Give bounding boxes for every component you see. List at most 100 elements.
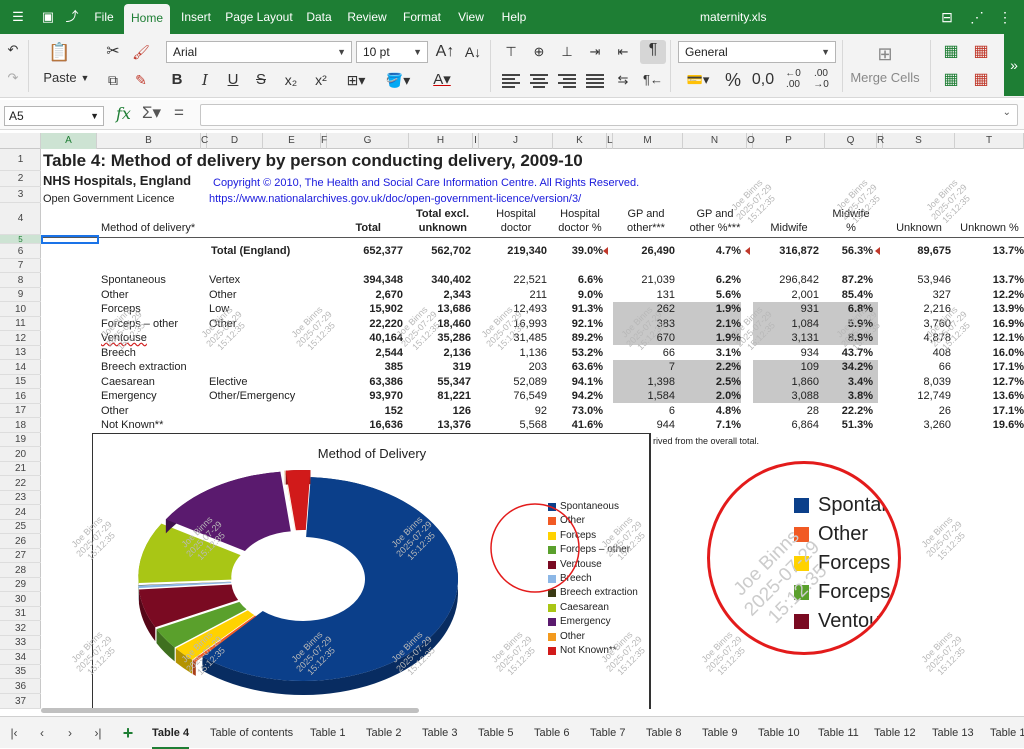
column-header[interactable]: B <box>97 133 201 149</box>
function-wizard-icon[interactable]: fx <box>116 104 131 123</box>
column-header[interactable]: D <box>207 133 263 149</box>
borders-icon[interactable]: ⊞▾ <box>338 70 374 90</box>
row-header[interactable]: 32 <box>0 621 41 636</box>
sheet-tab[interactable]: Table 5 <box>478 717 513 749</box>
open-icon[interactable]: ⤴ <box>64 9 80 25</box>
row-header[interactable]: 35 <box>0 665 41 679</box>
fill-color-icon[interactable]: 🪣▾ <box>380 70 416 90</box>
align-middle-icon[interactable]: ⊕ <box>528 42 550 62</box>
subscript-button[interactable]: x₂ <box>278 70 304 90</box>
formula-input[interactable]: ⌄ <box>200 104 1018 126</box>
sheet-tab[interactable]: Table 11 <box>818 717 859 749</box>
underline-button[interactable]: U <box>222 70 244 90</box>
menu-icon[interactable]: ☰ <box>10 9 26 25</box>
row-header[interactable]: 21 <box>0 462 41 476</box>
number-format-select[interactable]: General▼ <box>678 41 836 63</box>
sheet-tab[interactable]: Table 1 <box>990 717 1024 749</box>
row-header[interactable]: 29 <box>0 578 41 592</box>
paste-button[interactable]: Paste <box>38 68 82 88</box>
align-top-icon[interactable]: ⊤ <box>500 42 522 62</box>
ribbon-expand-button[interactable]: » <box>1004 34 1024 96</box>
row-header[interactable]: 6 <box>0 244 41 259</box>
column-header[interactable]: Q <box>825 133 877 149</box>
tab-page-layout[interactable]: Page Layout <box>224 0 294 34</box>
sheet-tab[interactable]: Table 10 <box>758 717 800 749</box>
row-header[interactable]: 22 <box>0 476 41 491</box>
row-header[interactable]: 25 <box>0 520 41 534</box>
add-sheet-icon[interactable]: + <box>120 725 136 741</box>
tab-view[interactable]: View <box>454 0 488 34</box>
row-header[interactable]: 12 <box>0 331 41 346</box>
sheet-tab[interactable]: Table 1 <box>310 717 345 749</box>
sum-icon[interactable]: Σ▾ <box>142 103 161 123</box>
copyright-link[interactable]: Copyright © 2010, The Health and Social … <box>213 176 639 190</box>
rtl-icon[interactable]: ¶← <box>642 70 664 90</box>
column-header[interactable]: M <box>613 133 683 149</box>
percent-icon[interactable]: % <box>722 70 744 90</box>
row-header[interactable]: 5 <box>0 235 41 244</box>
row-header[interactable]: 33 <box>0 636 41 650</box>
sheet-tab[interactable]: Table 9 <box>702 717 737 749</box>
sidebar-icon[interactable]: ⊟ <box>938 8 956 26</box>
horizontal-scrollbar[interactable] <box>41 708 419 713</box>
column-header[interactable]: G <box>327 133 409 149</box>
column-header[interactable]: N <box>683 133 747 149</box>
font-size-select[interactable]: 10 pt▼ <box>356 41 428 63</box>
clone-format-icon[interactable]: 🖌 <box>130 42 152 62</box>
sheet-tab[interactable]: Table of contents <box>210 717 293 749</box>
align-bottom-icon[interactable]: ⊥ <box>556 42 578 62</box>
italic-button[interactable]: I <box>194 70 216 90</box>
column-header[interactable]: H <box>409 133 473 149</box>
prev-sheet-icon[interactable]: ‹ <box>34 725 50 741</box>
licence-link[interactable]: https://www.nationalarchives.gov.uk/doc/… <box>209 192 581 206</box>
row-header[interactable]: 31 <box>0 607 41 621</box>
font-name-select[interactable]: Arial▼ <box>166 41 352 63</box>
sheet-tab[interactable]: Table 6 <box>534 717 569 749</box>
clear-format-icon[interactable]: ✎ <box>130 70 152 90</box>
row-header[interactable]: 20 <box>0 447 41 462</box>
row-header[interactable]: 36 <box>0 679 41 694</box>
superscript-button[interactable]: x² <box>308 70 334 90</box>
row-header[interactable]: 3 <box>0 187 41 203</box>
row-header[interactable]: 37 <box>0 694 41 709</box>
tab-format[interactable]: Format <box>398 0 446 34</box>
select-all-corner[interactable] <box>0 133 41 149</box>
align-left-icon[interactable] <box>502 74 520 88</box>
copy-icon[interactable]: ⧉ <box>102 70 124 90</box>
row-header[interactable]: 10 <box>0 302 41 317</box>
selected-cell[interactable] <box>41 235 99 244</box>
row-header[interactable]: 7 <box>0 259 41 273</box>
merge-cells-icon[interactable]: ⊞ <box>872 44 898 64</box>
sheet-tab[interactable]: Table 3 <box>422 717 457 749</box>
row-header[interactable]: 28 <box>0 563 41 578</box>
spreadsheet-grid[interactable]: Table 4: Method of delivery by person co… <box>41 149 1024 709</box>
tab-insert[interactable]: Insert <box>176 0 216 34</box>
thousands-icon[interactable]: 0,0 <box>750 70 776 90</box>
paste-icon[interactable]: 📋 <box>48 42 70 64</box>
add-decimal-icon[interactable]: ←0.00 <box>780 68 806 90</box>
column-header[interactable]: S <box>883 133 955 149</box>
tab-home[interactable]: Home <box>124 4 170 34</box>
save-icon[interactable]: ▣ <box>40 9 56 25</box>
insert-column-icon[interactable]: ▦ <box>940 70 962 90</box>
indent-decrease-icon[interactable]: ⇤ <box>612 42 634 62</box>
row-header[interactable]: 4 <box>0 203 41 235</box>
sheet-tab[interactable]: Table 7 <box>590 717 625 749</box>
row-header[interactable]: 14 <box>0 360 41 375</box>
comment-marker[interactable] <box>875 247 880 255</box>
grow-font-icon[interactable]: A↑ <box>434 42 456 62</box>
row-header[interactable]: 1 <box>0 149 41 171</box>
delete-row-icon[interactable]: ▦ <box>970 42 992 62</box>
row-header[interactable]: 16 <box>0 389 41 404</box>
align-center-icon[interactable] <box>530 74 548 88</box>
indent-increase-icon[interactable]: ⇥ <box>584 42 606 62</box>
tab-data[interactable]: Data <box>302 0 336 34</box>
comment-marker[interactable] <box>603 247 608 255</box>
row-header[interactable]: 13 <box>0 346 41 360</box>
row-header[interactable]: 8 <box>0 273 41 288</box>
row-header[interactable]: 19 <box>0 433 41 447</box>
sheet-tab[interactable]: Table 2 <box>366 717 401 749</box>
row-header[interactable]: 26 <box>0 534 41 549</box>
first-sheet-icon[interactable]: |‹ <box>6 725 22 741</box>
cut-icon[interactable]: ✂ <box>102 42 124 62</box>
